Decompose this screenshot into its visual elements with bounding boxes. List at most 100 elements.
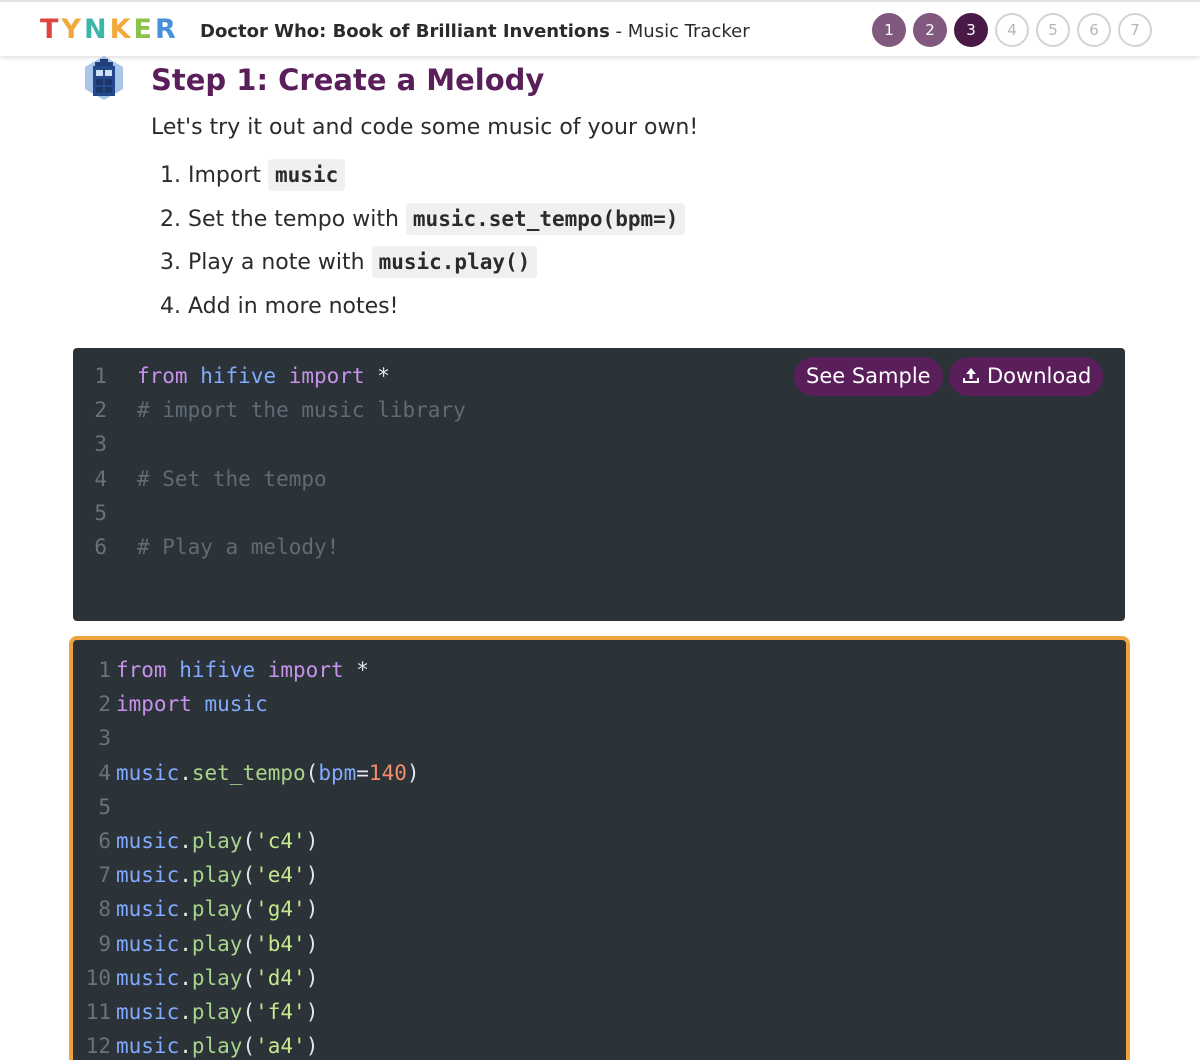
download-label: Download — [987, 364, 1092, 388]
instruction-text: Set the tempo with — [188, 206, 406, 232]
logo-letter: Y — [61, 14, 84, 45]
line-number: 2 — [98, 692, 111, 717]
instruction-text: Import — [188, 163, 269, 188]
code-token: ( — [242, 931, 256, 956]
code-line: music.play('f4') — [116, 995, 318, 1029]
code-token: ) — [305, 1000, 319, 1024]
code-token: * — [364, 364, 390, 388]
code-token: music — [116, 863, 180, 888]
code-token: play — [191, 829, 243, 853]
line-number: 6 — [98, 829, 111, 853]
line-number: 5 — [94, 500, 107, 525]
code-token: music — [116, 1034, 180, 1059]
line-number: 12 — [85, 1034, 111, 1059]
line-number: 7 — [98, 863, 111, 888]
code-token: music — [116, 965, 180, 990]
code-token: music — [116, 931, 180, 956]
code-token: 'b4' — [255, 931, 306, 956]
code-token: ( — [242, 829, 256, 853]
code-token: . — [179, 965, 192, 990]
instruction-item: 2. Set the tempo with music.set_tempo(bp… — [160, 202, 686, 246]
code-token: import — [116, 692, 192, 717]
code-token: ( — [242, 863, 256, 888]
code-token: ( — [242, 897, 256, 922]
code-token: . — [179, 760, 192, 785]
step-4-button[interactable]: 4 — [995, 13, 1029, 47]
instruction-number: 1. — [160, 163, 181, 188]
code-token: bpm — [318, 760, 357, 785]
code-token: ) — [305, 931, 319, 956]
logo-letter: R — [154, 14, 179, 45]
code-token: # Set the tempo — [137, 466, 327, 491]
line-number: 3 — [94, 432, 107, 457]
download-button[interactable]: Download — [949, 357, 1104, 396]
code-token: ) — [305, 897, 319, 922]
code-token: ( — [242, 965, 256, 990]
tynker-logo[interactable]: TYNKER — [40, 14, 179, 46]
step-2-button[interactable]: 2 — [913, 13, 947, 47]
code-line: import music — [116, 687, 268, 721]
code-token: 'g4' — [255, 897, 306, 922]
line-number: 8 — [98, 897, 111, 922]
code-token: play — [191, 1000, 243, 1024]
code-token: ( — [242, 1034, 256, 1059]
line-number: 2 — [94, 398, 107, 423]
lesson-title: Doctor Who: Book of Brilliant Inventions… — [200, 20, 750, 44]
inline-code: music — [268, 159, 346, 191]
code-token: music — [116, 1000, 180, 1024]
line-number: 4 — [94, 466, 107, 491]
logo-letter: E — [133, 14, 155, 45]
instruction-item: 4. Add in more notes! — [160, 289, 685, 333]
instruction-number: 3. — [160, 250, 181, 275]
code-token: ) — [406, 760, 420, 785]
code-token: 'd4' — [255, 965, 306, 990]
instruction-text: Add in more notes! — [188, 293, 399, 319]
inline-code: music.play() — [371, 246, 538, 278]
code-token: ( — [242, 1000, 256, 1024]
code-token: 'c4' — [255, 829, 306, 853]
step-5-button[interactable]: 5 — [1036, 13, 1070, 47]
code-token: = — [356, 760, 369, 785]
code-token: import — [267, 658, 344, 682]
line-number: 9 — [98, 931, 111, 956]
line-number: 10 — [85, 965, 111, 990]
step-3-button[interactable]: 3 — [954, 13, 988, 47]
code-line: # Set the tempo — [137, 462, 327, 496]
code-token: # import the music library — [137, 398, 466, 423]
line-number: 11 — [85, 1000, 111, 1024]
code-token: ) — [305, 1034, 319, 1059]
code-line: music.play('a4') — [116, 1029, 318, 1060]
tardis-icon — [80, 54, 128, 102]
line-number: 1 — [98, 658, 111, 682]
line-number: 3 — [98, 726, 111, 751]
see-sample-button[interactable]: See Sample — [794, 357, 943, 396]
top-bar: TYNKER Doctor Who: Book of Brilliant Inv… — [0, 0, 1200, 56]
instruction-item: 3. Play a note with music.play() — [160, 245, 685, 289]
code-token: play — [191, 1034, 243, 1059]
line-number: 6 — [94, 535, 107, 559]
code-token: music — [116, 829, 180, 853]
course-title: Doctor Who: Book of Brilliant Inventions — [200, 21, 610, 42]
step-6-button[interactable]: 6 — [1077, 13, 1111, 47]
code-token: hifive — [200, 364, 277, 388]
code-token: hifive — [179, 658, 256, 682]
code-token: . — [179, 1000, 192, 1024]
logo-letter: K — [109, 14, 134, 45]
step-7-button[interactable]: 7 — [1118, 13, 1152, 47]
step-1-button[interactable]: 1 — [872, 13, 906, 47]
code-token: play — [191, 931, 243, 956]
code-line: music.play('e4') — [116, 858, 318, 892]
code-token: . — [179, 1034, 192, 1059]
code-token: import — [288, 364, 365, 388]
code-token: from — [116, 658, 167, 682]
download-icon — [961, 364, 987, 388]
code-token: set_tempo — [191, 760, 306, 785]
step-heading: Step 1: Create a Melody — [151, 63, 545, 97]
code-editor[interactable]: 1 from hifive import * 2 import music 3 4 musi… — [69, 636, 1130, 1060]
code-line: from hifive import * — [116, 653, 369, 687]
logo-letter: T — [40, 14, 62, 45]
title-separator: - — [609, 21, 628, 42]
